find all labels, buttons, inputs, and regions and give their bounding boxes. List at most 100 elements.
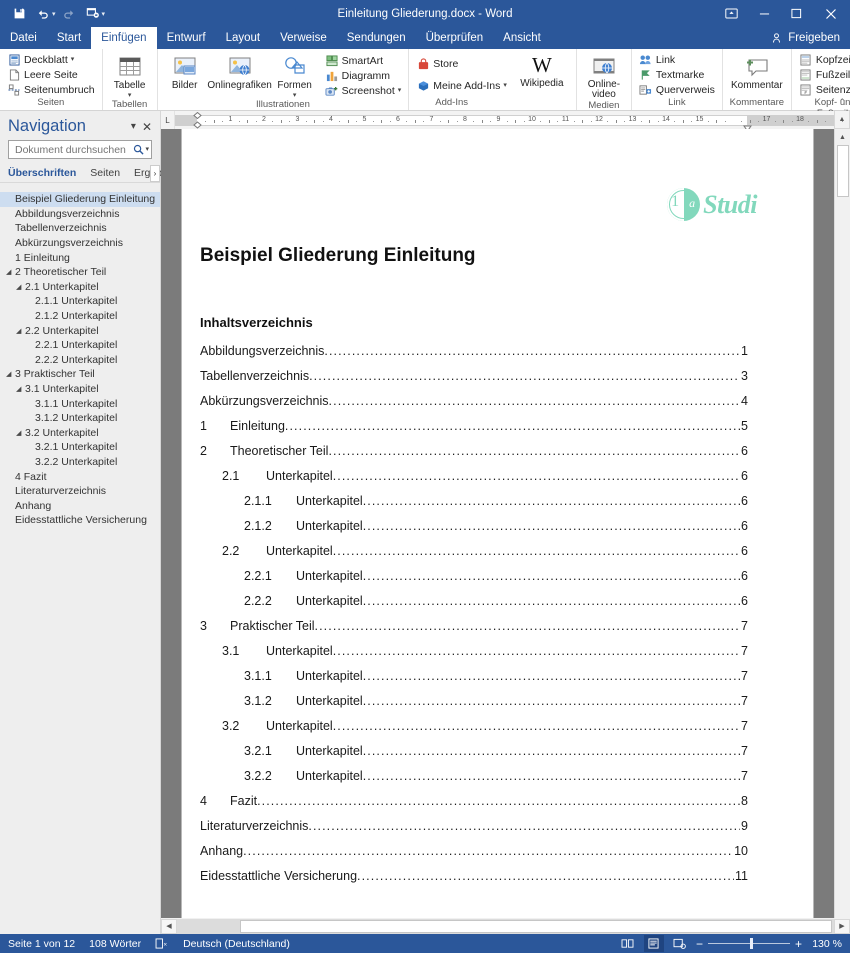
store-button[interactable]: Store (413, 56, 510, 71)
navigation-close-icon[interactable]: ✕ (142, 120, 152, 134)
redo-icon[interactable] (58, 3, 80, 24)
nav-tab-seiten[interactable]: Seiten (90, 167, 120, 179)
meine-addins-caret-icon[interactable]: ▾ (503, 82, 507, 89)
nav-heading-item[interactable]: ◢ 3.1.1 Unterkapitel (0, 396, 160, 411)
undo-icon[interactable] (32, 3, 54, 24)
page-indicator[interactable]: Seite 1 von 12 (8, 938, 75, 950)
zoom-thumb[interactable] (749, 938, 753, 949)
querverweis-button[interactable]: Querverweis (636, 82, 718, 97)
formen-button[interactable]: Formen ▾ (272, 53, 318, 99)
bilder-button[interactable]: Bilder (162, 53, 208, 92)
toc-entry[interactable]: 3.1.2 Unterkapitel ......................… (200, 694, 748, 719)
word-count[interactable]: 108 Wörter (89, 938, 141, 950)
search-options-caret-icon[interactable]: ▾ (145, 146, 149, 153)
zoom-out-button[interactable]: − (696, 937, 703, 951)
onlinevideo-button[interactable]: Online-video (581, 52, 627, 100)
search-icon[interactable] (132, 144, 145, 155)
ruler-scroll-up-icon[interactable]: ▲ (834, 111, 850, 129)
scroll-right-icon[interactable]: ▶ (834, 918, 850, 934)
nav-heading-item[interactable]: ◢ 3.1 Unterkapitel (0, 382, 160, 397)
nav-heading-item[interactable]: ◢ Abbildungsverzeichnis (0, 207, 160, 222)
nav-heading-item[interactable]: ◢ Literaturverzeichnis (0, 484, 160, 499)
horizontal-scrollbar[interactable]: ◀ ▶ (161, 918, 850, 934)
print-layout-icon[interactable] (643, 935, 664, 952)
save-icon[interactable] (8, 3, 30, 24)
expander-icon[interactable]: ◢ (16, 429, 25, 437)
toc-entry[interactable]: 2.2.1 Unterkapitel ......................… (200, 569, 748, 594)
wikipedia-button[interactable]: W Wikipedia (512, 51, 572, 90)
toc-entry[interactable]: Abkürzungsverzeichnis ..................… (200, 394, 748, 419)
nav-tab-ueberschriften[interactable]: Überschriften (8, 167, 76, 179)
toc-entry[interactable]: 3.2 Unterkapitel ........................… (200, 719, 748, 744)
toc-entry[interactable]: 2.2 Unterkapitel ........................… (200, 544, 748, 569)
nav-heading-item[interactable]: ◢ 2.2.1 Unterkapitel (0, 338, 160, 353)
horizontal-ruler[interactable]: 1 2 3 4 5 6 7 8 9 10 11 12 13 14 15 17 18 (175, 111, 843, 132)
tabelle-button[interactable]: Tabelle ▾ (107, 53, 153, 99)
nav-heading-item[interactable]: ◢ Tabellenverzeichnis (0, 221, 160, 236)
meine-addins-button[interactable]: Meine Add-Ins ▾ (413, 78, 510, 93)
tab-start[interactable]: Start (47, 27, 91, 49)
nav-heading-item[interactable]: ◢ 2.1.2 Unterkapitel (0, 309, 160, 324)
tab-verweise[interactable]: Verweise (270, 27, 337, 49)
fusszeile-button[interactable]: Fußzeile ▾ (796, 67, 850, 82)
vertical-scrollbar[interactable]: ▲ ▼ (834, 129, 850, 934)
document-page[interactable]: 1 a Studi Beispiel Gliederung Einleitung… (182, 129, 813, 934)
toc-entry[interactable]: Anhang .................................… (200, 844, 748, 869)
smartart-button[interactable]: SmartArt (322, 53, 405, 68)
zoom-slider[interactable]: − + (696, 937, 802, 951)
tab-datei[interactable]: Datei (0, 27, 47, 49)
ribbon-options-icon[interactable] (714, 0, 748, 27)
deckblatt-button[interactable]: Deckblatt ▾ (4, 52, 98, 67)
navigation-search-box[interactable]: ▾ (8, 140, 152, 159)
toc-entry[interactable]: 2.2.2 Unterkapitel ......................… (200, 594, 748, 619)
nav-heading-item[interactable]: ◢ 2 Theoretischer Teil (0, 265, 160, 280)
language-indicator[interactable]: Deutsch (Deutschland) (183, 938, 290, 950)
onlinegrafiken-button[interactable]: Onlinegrafiken (207, 53, 272, 92)
zoom-in-button[interactable]: + (795, 937, 802, 951)
navigation-options-caret-icon[interactable]: ▾ (131, 121, 136, 132)
horizontal-scrollbar-track[interactable] (177, 918, 834, 934)
toc-entry[interactable]: Abbildungsverzeichnis ..................… (200, 344, 748, 369)
nav-heading-item[interactable]: ◢ 2.2 Unterkapitel (0, 323, 160, 338)
tab-stop-selector[interactable]: L (161, 111, 175, 129)
proofing-errors-icon[interactable]: × (155, 938, 169, 949)
collapse-ribbon-icon[interactable]: ⌃ (838, 97, 846, 108)
toc-entry[interactable]: Eidesstattliche Versicherung ...........… (200, 869, 748, 894)
seitenzahl-button[interactable]: # Seitenzahl ▾ (796, 82, 850, 97)
customize-qat-icon[interactable]: ▾ (102, 10, 106, 18)
formen-caret-icon[interactable]: ▾ (293, 92, 297, 99)
expander-icon[interactable]: ◢ (6, 268, 15, 276)
toc-entry[interactable]: 2.1.2 Unterkapitel ......................… (200, 519, 748, 544)
toc-entry[interactable]: 4 Fazit .................................… (200, 794, 748, 819)
toc-entry[interactable]: 2.1.1 Unterkapitel ......................… (200, 494, 748, 519)
close-icon[interactable] (812, 0, 850, 27)
expander-icon[interactable]: ◢ (6, 370, 15, 378)
minimize-icon[interactable] (748, 0, 780, 27)
toc-entry[interactable]: 3.2.2 Unterkapitel ......................… (200, 769, 748, 794)
nav-heading-item[interactable]: ◢ 2.1.1 Unterkapitel (0, 294, 160, 309)
diagramm-button[interactable]: Diagramm (322, 68, 405, 83)
scroll-up-icon[interactable]: ▲ (835, 129, 850, 145)
zoom-level[interactable]: 130 % (808, 938, 842, 950)
toc-entry[interactable]: 3.1.1 Unterkapitel ......................… (200, 669, 748, 694)
expander-icon[interactable]: ◢ (16, 327, 25, 335)
toc-entry[interactable]: 3.2.1 Unterkapitel ......................… (200, 744, 748, 769)
scroll-left-icon[interactable]: ◀ (161, 918, 177, 934)
toc-entry[interactable]: 1 Einleitung ............................… (200, 419, 748, 444)
tab-entwurf[interactable]: Entwurf (157, 27, 216, 49)
tabelle-caret-icon[interactable]: ▾ (128, 92, 132, 99)
nav-heading-item[interactable]: ◢ 4 Fazit (0, 469, 160, 484)
document-canvas[interactable]: 1 a Studi Beispiel Gliederung Einleitung… (161, 129, 834, 934)
leere-seite-button[interactable]: Leere Seite (4, 67, 98, 82)
nav-tabs-overflow-icon[interactable]: › (150, 165, 160, 182)
web-layout-icon[interactable] (670, 935, 690, 952)
tab-ansicht[interactable]: Ansicht (493, 27, 551, 49)
toc-entry[interactable]: Tabellenverzeichnis ....................… (200, 369, 748, 394)
nav-heading-item[interactable]: ◢ 3.1.2 Unterkapitel (0, 411, 160, 426)
nav-heading-item[interactable]: ◢ 3.2.2 Unterkapitel (0, 455, 160, 470)
maximize-icon[interactable] (780, 0, 812, 27)
kopfzeile-button[interactable]: Kopfzeile ▾ (796, 52, 850, 67)
expander-icon[interactable]: ◢ (16, 385, 25, 393)
share-button[interactable]: Freigeben (762, 27, 850, 49)
nav-heading-item[interactable]: ◢ Abkürzungsverzeichnis (0, 236, 160, 251)
